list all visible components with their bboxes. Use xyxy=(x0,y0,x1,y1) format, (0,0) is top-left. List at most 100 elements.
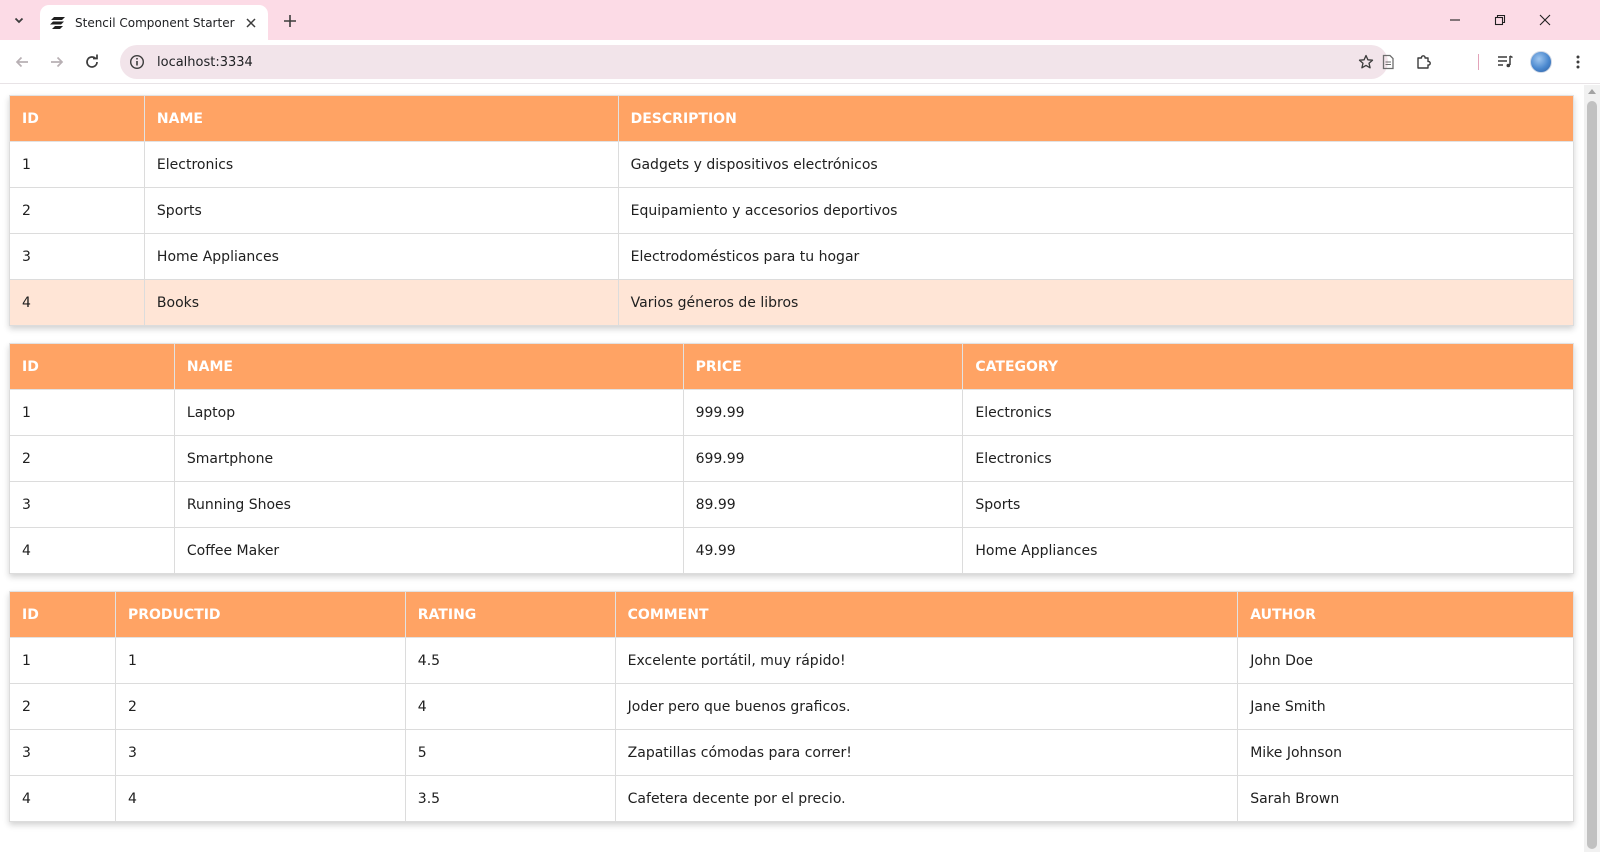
cell-category: Electronics xyxy=(962,435,1574,482)
cell-productid: 2 xyxy=(114,683,406,730)
site-info-icon[interactable] xyxy=(123,48,151,76)
reviews-table: ID PRODUCTID RATING COMMENT AUTHOR 1 1 4… xyxy=(9,591,1574,822)
cell-author: John Doe xyxy=(1237,637,1574,684)
column-header-rating[interactable]: RATING xyxy=(404,591,616,638)
cell-comment: Joder pero que buenos graficos. xyxy=(614,683,1239,730)
table-header-row: ID PRODUCTID RATING COMMENT AUTHOR xyxy=(9,591,1574,638)
close-window-button[interactable] xyxy=(1522,0,1568,40)
cell-id: 3 xyxy=(9,729,116,776)
cell-description: Equipamiento y accesorios deportivos xyxy=(617,187,1575,234)
cell-name: Coffee Maker xyxy=(173,527,684,574)
tab-close-icon[interactable] xyxy=(242,14,260,32)
column-header-name[interactable]: NAME xyxy=(143,95,619,142)
cell-id: 4 xyxy=(9,279,145,326)
tab-search-button[interactable] xyxy=(6,7,32,33)
cell-price: 89.99 xyxy=(682,481,964,528)
column-header-author[interactable]: AUTHOR xyxy=(1237,591,1574,638)
cell-name: Sports xyxy=(143,187,619,234)
column-header-description[interactable]: DESCRIPTION xyxy=(617,95,1575,142)
cell-description: Gadgets y dispositivos electrónicos xyxy=(617,141,1575,188)
column-header-comment[interactable]: COMMENT xyxy=(614,591,1239,638)
table-row[interactable]: 2 2 4 Joder pero que buenos graficos. Ja… xyxy=(9,683,1574,730)
cell-id: 3 xyxy=(9,481,175,528)
page-scrollbar[interactable] xyxy=(1584,85,1600,852)
table-row[interactable]: 2 Sports Equipamiento y accesorios depor… xyxy=(9,187,1575,234)
cell-category: Home Appliances xyxy=(962,527,1574,574)
forward-button[interactable] xyxy=(43,48,71,76)
table-row[interactable]: 3 Running Shoes 89.99 Sports xyxy=(9,481,1574,528)
cell-productid: 4 xyxy=(114,775,406,822)
browser-menu-button[interactable] xyxy=(1564,48,1592,76)
stencil-favicon-icon xyxy=(50,15,66,31)
cell-author: Jane Smith xyxy=(1237,683,1574,730)
table-row[interactable]: 4 Coffee Maker 49.99 Home Appliances xyxy=(9,527,1574,574)
profile-avatar[interactable] xyxy=(1530,51,1552,73)
cell-price: 49.99 xyxy=(682,527,964,574)
extensions-button[interactable] xyxy=(1410,48,1438,76)
column-header-id[interactable]: ID xyxy=(9,591,116,638)
table-row-hovered[interactable]: 4 Books Varios géneros de libros xyxy=(9,279,1575,326)
url-text: localhost:3334 xyxy=(157,54,253,70)
puzzle-icon xyxy=(1417,55,1431,69)
cell-id: 4 xyxy=(9,775,116,822)
cell-id: 1 xyxy=(9,141,145,188)
column-header-id[interactable]: ID xyxy=(9,343,175,390)
cell-author: Mike Johnson xyxy=(1237,729,1574,776)
browser-toolbar: localhost:3334 xyxy=(0,40,1600,84)
browser-tabstrip: Stencil Component Starter xyxy=(0,0,1600,40)
column-header-productid[interactable]: PRODUCTID xyxy=(114,591,406,638)
arrow-right-icon xyxy=(51,56,64,68)
cell-name: Running Shoes xyxy=(173,481,684,528)
back-button[interactable] xyxy=(8,48,36,76)
media-controls-button[interactable] xyxy=(1491,48,1519,76)
cell-name: Laptop xyxy=(173,389,684,436)
column-header-name[interactable]: NAME xyxy=(173,343,684,390)
column-header-id[interactable]: ID xyxy=(9,95,145,142)
plus-icon xyxy=(284,15,296,27)
cell-comment: Cafetera decente por el precio. xyxy=(614,775,1239,822)
cell-id: 2 xyxy=(9,187,145,234)
restore-button[interactable] xyxy=(1477,0,1523,40)
scrollbar-thumb[interactable] xyxy=(1587,101,1597,849)
cell-id: 2 xyxy=(9,435,175,482)
cell-name: Electronics xyxy=(143,141,619,188)
table-header-row: ID NAME PRICE CATEGORY xyxy=(9,343,1574,390)
table-row[interactable]: 3 Home Appliances Electrodomésticos para… xyxy=(9,233,1575,280)
playlist-music-icon xyxy=(1498,55,1513,68)
address-bar[interactable]: localhost:3334 xyxy=(120,45,1388,79)
document-icon xyxy=(1382,54,1394,70)
browser-tab-active[interactable]: Stencil Component Starter xyxy=(40,5,268,40)
reload-icon xyxy=(86,54,98,68)
reload-button[interactable] xyxy=(78,48,106,76)
products-table: ID NAME PRICE CATEGORY 1 Laptop 999.99 E… xyxy=(9,343,1574,574)
cell-price: 999.99 xyxy=(682,389,964,436)
table-row[interactable]: 1 Laptop 999.99 Electronics xyxy=(9,389,1574,436)
table-row[interactable]: 1 1 4.5 Excelente portátil, muy rápido! … xyxy=(9,637,1574,684)
cell-category: Electronics xyxy=(962,389,1574,436)
new-tab-button[interactable] xyxy=(276,7,304,35)
cell-description: Electrodomésticos para tu hogar xyxy=(617,233,1575,280)
table-row[interactable]: 1 Electronics Gadgets y dispositivos ele… xyxy=(9,141,1575,188)
cell-name: Home Appliances xyxy=(143,233,619,280)
close-icon xyxy=(1539,14,1551,26)
cell-productid: 1 xyxy=(114,637,406,684)
cell-name: Books xyxy=(143,279,619,326)
arrow-left-icon xyxy=(15,56,28,68)
more-vert-icon xyxy=(1576,55,1580,69)
table-row[interactable]: 3 3 5 Zapatillas cómodas para correr! Mi… xyxy=(9,729,1574,776)
column-header-category[interactable]: CATEGORY xyxy=(962,343,1574,390)
cell-rating: 4 xyxy=(404,683,616,730)
table-row[interactable]: 2 Smartphone 699.99 Electronics xyxy=(9,435,1574,482)
column-header-price[interactable]: PRICE xyxy=(682,343,964,390)
cell-author: Sarah Brown xyxy=(1237,775,1574,822)
cell-description: Varios géneros de libros xyxy=(617,279,1575,326)
scroll-up-arrow-icon[interactable] xyxy=(1588,89,1596,94)
reading-mode-button[interactable] xyxy=(1374,48,1402,76)
cell-rating: 4.5 xyxy=(404,637,616,684)
cell-category: Sports xyxy=(962,481,1574,528)
categories-table: ID NAME DESCRIPTION 1 Electronics Gadget… xyxy=(9,95,1575,326)
page-viewport: ID NAME DESCRIPTION 1 Electronics Gadget… xyxy=(0,85,1584,852)
table-row[interactable]: 4 4 3.5 Cafetera decente por el precio. … xyxy=(9,775,1574,822)
tab-title: Stencil Component Starter xyxy=(75,15,235,30)
minimize-button[interactable] xyxy=(1432,0,1478,40)
